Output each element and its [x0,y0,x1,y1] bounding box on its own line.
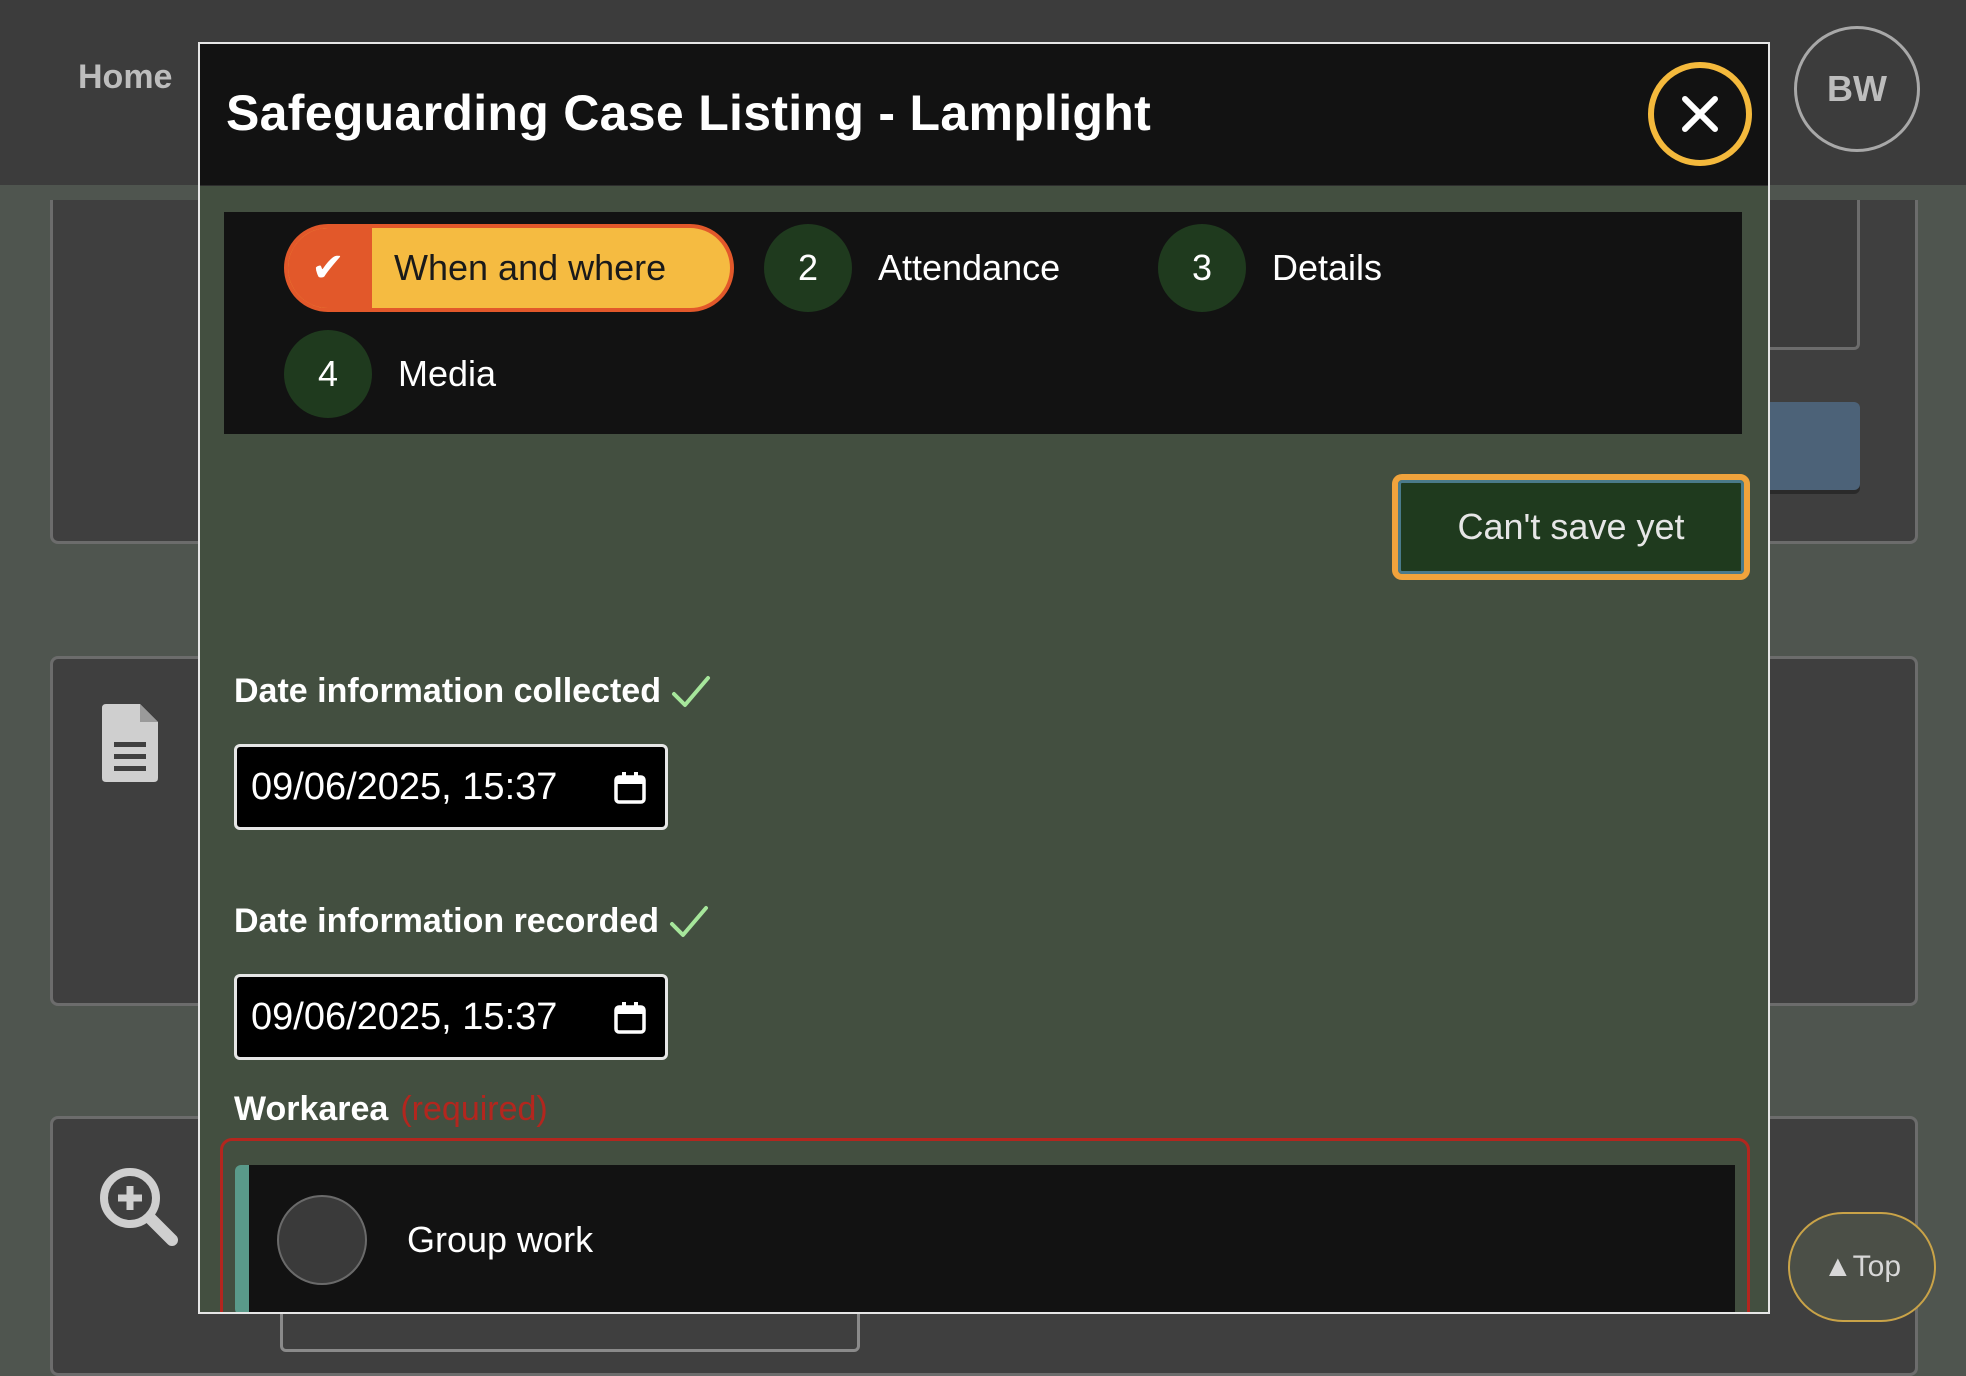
workarea-label: Workarea (required) [234,1090,548,1129]
date-value: 09/06/2025, 15:37 [251,995,558,1038]
step-label: Attendance [878,247,1061,288]
workarea-option-group-work[interactable]: Group work [235,1165,1735,1312]
step-number: 2 [764,224,852,312]
field-label-text: Date information collected [234,672,661,710]
step-number: 3 [1158,224,1246,312]
workarea-radio-group: Group work [220,1138,1750,1312]
calendar-icon[interactable] [613,1001,647,1035]
step-details[interactable]: 3 Details [1158,224,1382,312]
field-label-text: Date information recorded [234,902,660,940]
avatar[interactable]: BW [1794,26,1920,152]
step-label: Details [1272,247,1383,288]
nav-home-link[interactable]: Home [78,58,172,97]
back-to-top-button[interactable]: ▲Top [1788,1212,1936,1322]
close-button[interactable] [1648,62,1752,166]
step-number: 4 [284,330,372,418]
document-icon [102,704,158,782]
close-icon [1682,96,1718,132]
date-collected-label: Date information collected [234,672,711,711]
date-recorded-input[interactable]: 09/06/2025, 15:37 [234,974,668,1060]
modal-title: Safeguarding Case Listing - Lamplight [226,85,1152,141]
required-indicator: (required) [400,1090,548,1128]
field-label-text: Workarea [234,1090,389,1128]
modal-header: Safeguarding Case Listing - Lamplight [200,44,1768,186]
zoom-in-icon[interactable] [98,1166,178,1246]
case-listing-modal: Safeguarding Case Listing - Lamplight ✔ … [198,42,1770,1314]
date-recorded-label: Date information recorded [234,902,709,941]
step-when-and-where[interactable]: ✔ When and where [284,224,734,312]
valid-check-icon [670,905,709,937]
step-navigation: ✔ When and where 2 Attendance 3 Details … [224,212,1742,434]
date-collected-input[interactable]: 09/06/2025, 15:37 [234,744,668,830]
step-complete-check: ✔ [288,228,372,308]
radio-button[interactable] [277,1195,367,1285]
valid-check-icon [671,675,710,707]
save-button[interactable]: Can't save yet [1392,474,1750,580]
option-label: Group work [407,1219,594,1260]
step-label: Media [398,353,497,394]
calendar-icon[interactable] [613,771,647,805]
step-label: When and where [394,247,667,288]
step-attendance[interactable]: 2 Attendance [764,224,1060,312]
step-media[interactable]: 4 Media [284,330,496,418]
date-value: 09/06/2025, 15:37 [251,765,558,808]
